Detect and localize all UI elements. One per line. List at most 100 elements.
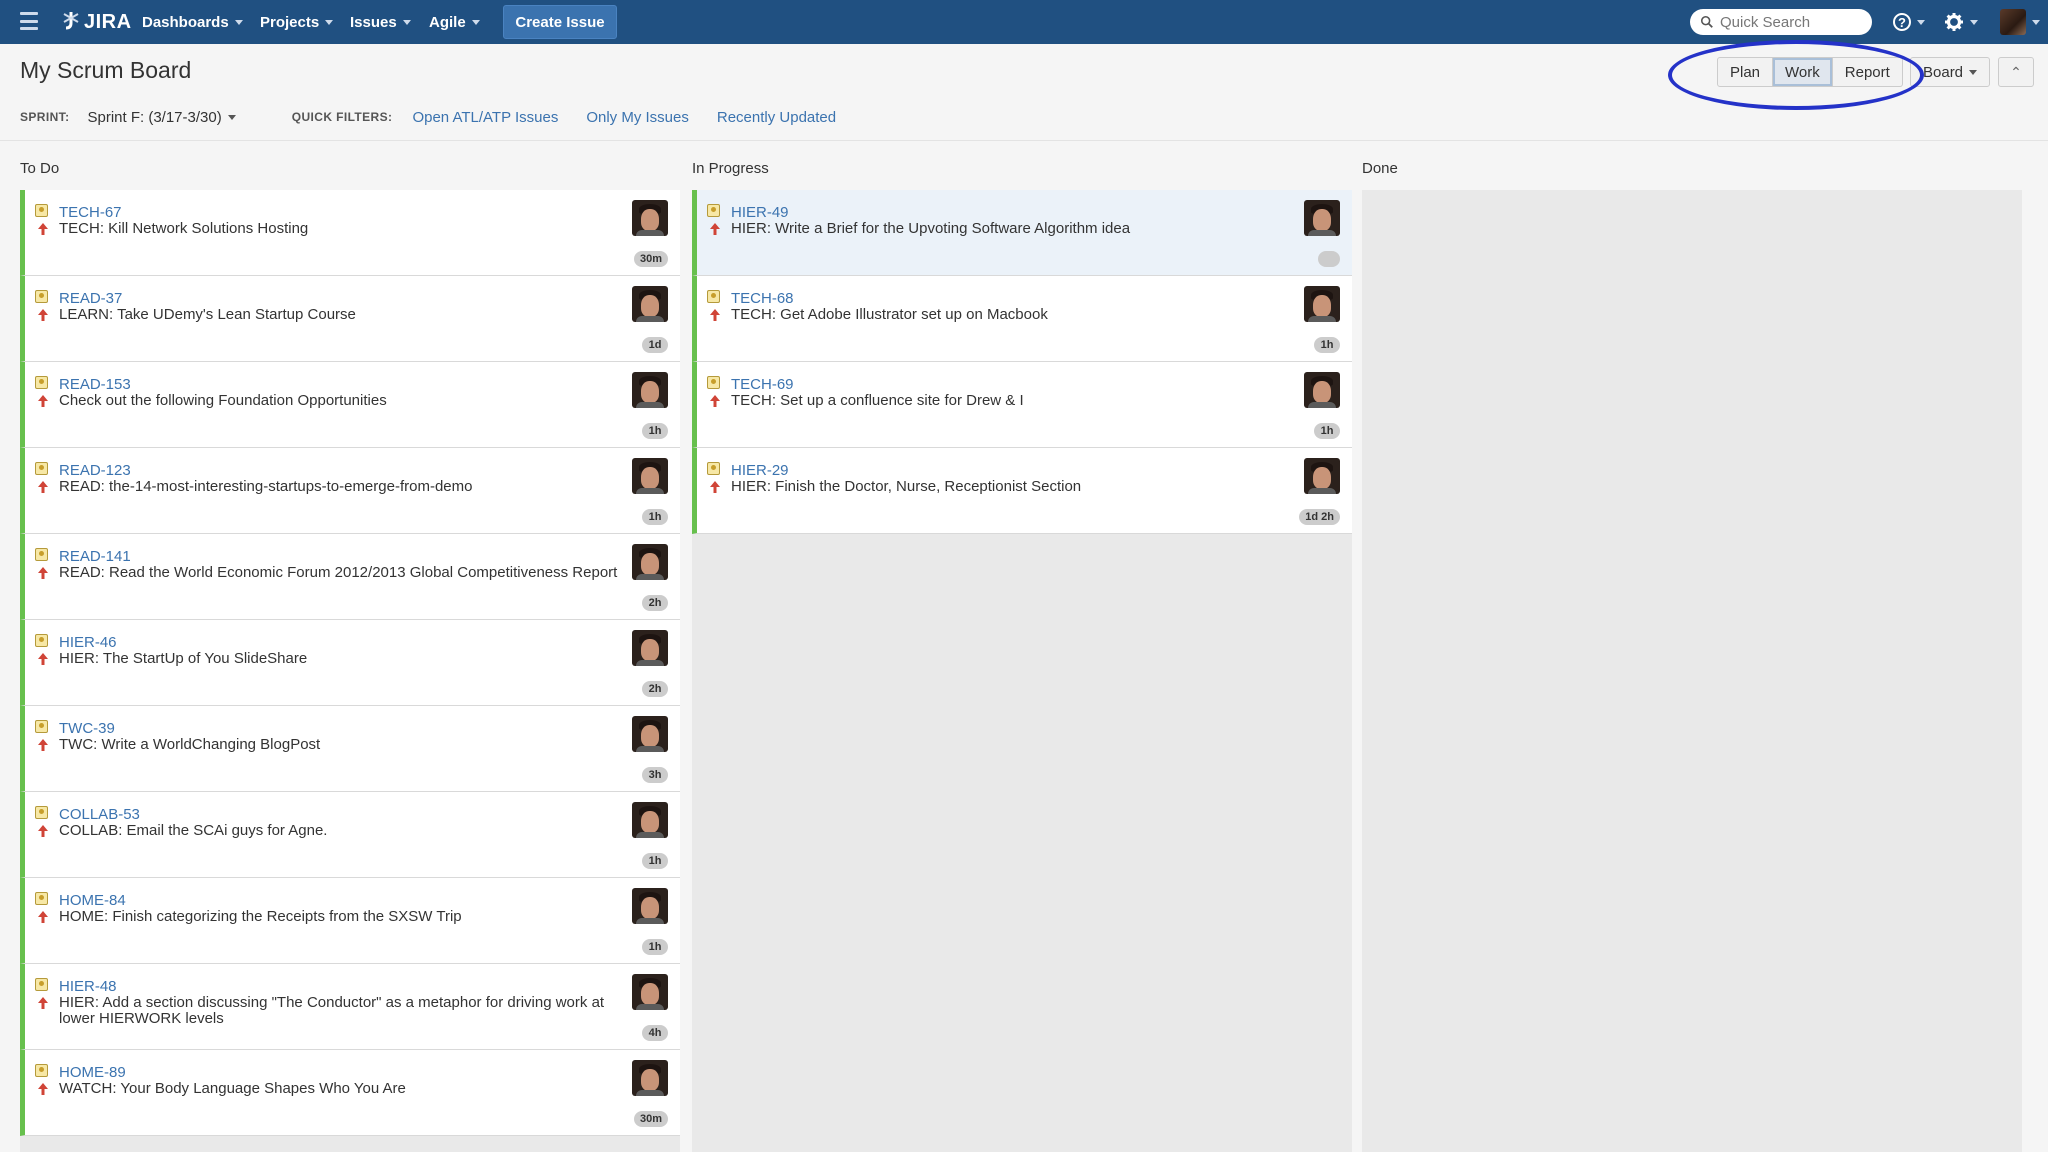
admin-menu[interactable] xyxy=(1944,10,1978,34)
estimate-badge: 3h xyxy=(642,767,668,783)
nav-menu-agile[interactable]: Agile xyxy=(429,0,480,44)
assignee-avatar[interactable] xyxy=(632,286,668,322)
assignee-avatar[interactable] xyxy=(1304,286,1340,322)
nav-menu-issues[interactable]: Issues xyxy=(350,0,411,44)
issue-key-link[interactable]: READ-123 xyxy=(59,462,131,479)
estimate-badge xyxy=(1318,251,1340,267)
issue-summary: HIER: Write a Brief for the Upvoting Sof… xyxy=(731,220,1131,237)
chevron-down-icon xyxy=(471,19,480,25)
issue-summary: READ: Read the World Economic Forum 2012… xyxy=(59,564,618,581)
quick-search-input[interactable] xyxy=(1718,12,1872,32)
issue-summary: HOME: Finish categorizing the Receipts f… xyxy=(59,908,462,925)
quick-filters-label: QUICK FILTERS: xyxy=(291,110,393,124)
issue-card[interactable]: TECH-67 TECH: Kill Network Solutions Host… xyxy=(20,190,680,276)
assignee-avatar[interactable] xyxy=(632,458,668,494)
nav-menu-projects[interactable]: Projects xyxy=(260,0,334,44)
issue-card[interactable]: READ-37 LEARN: Take UDemy's Lean Startup … xyxy=(20,276,680,362)
assignee-avatar[interactable] xyxy=(1304,372,1340,408)
sprint-selector[interactable]: Sprint F: (3/17-3/30) xyxy=(87,109,236,126)
app-switcher-menu-icon[interactable] xyxy=(20,12,38,30)
chevron-down-icon xyxy=(402,19,411,25)
issue-key-link[interactable]: READ-37 xyxy=(59,290,122,307)
collapse-header-button[interactable]: ⌃ xyxy=(1998,57,2034,87)
issue-key-link[interactable]: HOME-89 xyxy=(59,1064,126,1081)
assignee-avatar[interactable] xyxy=(632,372,668,408)
issue-key-link[interactable]: HIER-46 xyxy=(59,634,117,651)
column-title-todo: To Do xyxy=(20,160,60,177)
estimate-badge: 1h xyxy=(642,509,668,525)
priority-up-arrow-icon xyxy=(38,997,48,1009)
assignee-avatar[interactable] xyxy=(1304,458,1340,494)
issue-card[interactable]: READ-141 READ: Read the World Economic Fo… xyxy=(20,534,680,620)
jira-logo[interactable]: JIRA xyxy=(60,8,132,36)
board-filters: SPRINT: Sprint F: (3/17-3/30) QUICK FILT… xyxy=(20,102,836,132)
issue-card[interactable]: TECH-68 TECH: Get Adobe Illustrator set u… xyxy=(692,276,1352,362)
assignee-avatar[interactable] xyxy=(1304,200,1340,236)
issue-key-link[interactable]: HIER-29 xyxy=(731,462,789,479)
issue-card[interactable]: TECH-69 TECH: Set up a confluence site fo… xyxy=(692,362,1352,448)
nav-menu-dashboards[interactable]: Dashboards xyxy=(142,0,243,44)
priority-up-arrow-icon xyxy=(38,567,48,579)
assignee-avatar[interactable] xyxy=(632,802,668,838)
estimate-badge: 1h xyxy=(642,853,668,869)
assignee-avatar[interactable] xyxy=(632,544,668,580)
assignee-avatar[interactable] xyxy=(632,200,668,236)
issue-key-link[interactable]: READ-141 xyxy=(59,548,131,565)
story-icon xyxy=(707,290,720,303)
report-mode-button[interactable]: Report xyxy=(1832,57,1903,87)
story-icon xyxy=(35,978,48,991)
issue-card[interactable]: COLLAB-53 COLLAB: Email the SCAi guys for… xyxy=(20,792,680,878)
assignee-avatar[interactable] xyxy=(632,888,668,924)
help-menu[interactable]: ? xyxy=(1893,10,1925,34)
column-done[interactable] xyxy=(1362,190,2022,1152)
issue-key-link[interactable]: HIER-48 xyxy=(59,978,117,995)
quick-filter-open-atl-atp[interactable]: Open ATL/ATP Issues xyxy=(412,109,558,126)
priority-up-arrow-icon xyxy=(38,481,48,493)
issue-key-link[interactable]: READ-153 xyxy=(59,376,131,393)
story-icon xyxy=(35,290,48,303)
column-title-in-progress: In Progress xyxy=(692,160,769,177)
column-in-progress[interactable]: HIER-49 HIER: Write a Brief for the Upvot… xyxy=(692,190,1352,1152)
issue-summary: Check out the following Foundation Oppor… xyxy=(59,392,387,409)
issue-summary: TECH: Kill Network Solutions Hosting xyxy=(59,220,309,237)
issue-card[interactable]: READ-123 READ: the-14-most-interesting-st… xyxy=(20,448,680,534)
issue-summary: HIER: The StartUp of You SlideShare xyxy=(59,650,308,667)
issue-card[interactable]: HIER-46 HIER: The StartUp of You SlideSha… xyxy=(20,620,680,706)
quick-filter-recently-updated[interactable]: Recently Updated xyxy=(717,109,836,126)
issue-key-link[interactable]: TECH-69 xyxy=(731,376,794,393)
assignee-avatar[interactable] xyxy=(632,1060,668,1096)
priority-up-arrow-icon xyxy=(710,395,720,407)
issue-key-link[interactable]: HIER-49 xyxy=(731,204,789,221)
chevron-down-icon xyxy=(227,114,236,120)
issue-key-link[interactable]: TECH-67 xyxy=(59,204,122,221)
issue-card[interactable]: HIER-48 HIER: Add a section discussing "T… xyxy=(20,964,680,1050)
issue-card[interactable]: HIER-49 HIER: Write a Brief for the Upvot… xyxy=(692,190,1352,276)
assignee-avatar[interactable] xyxy=(632,716,668,752)
assignee-avatar[interactable] xyxy=(632,630,668,666)
chevron-down-icon xyxy=(1970,19,1978,25)
assignee-avatar[interactable] xyxy=(632,974,668,1010)
issue-key-link[interactable]: TECH-68 xyxy=(731,290,794,307)
priority-up-arrow-icon xyxy=(38,653,48,665)
story-icon xyxy=(707,204,720,217)
issue-card[interactable]: HOME-84 HOME: Finish categorizing the Rec… xyxy=(20,878,680,964)
board-menu-button[interactable]: Board xyxy=(1910,57,1991,87)
story-icon xyxy=(35,806,48,819)
issue-key-link[interactable]: HOME-84 xyxy=(59,892,126,909)
issue-key-link[interactable]: TWC-39 xyxy=(59,720,115,737)
issue-card[interactable]: HIER-29 HIER: Finish the Doctor, Nurse, R… xyxy=(692,448,1352,534)
issue-key-link[interactable]: COLLAB-53 xyxy=(59,806,140,823)
work-mode-button[interactable]: Work xyxy=(1773,57,1833,87)
quick-search[interactable] xyxy=(1690,9,1872,35)
issue-summary: COLLAB: Email the SCAi guys for Agne. xyxy=(59,822,328,839)
user-profile-menu[interactable] xyxy=(2000,9,2040,35)
estimate-badge: 1h xyxy=(642,423,668,439)
plan-mode-button[interactable]: Plan xyxy=(1717,57,1774,87)
quick-filter-only-my-issues[interactable]: Only My Issues xyxy=(586,109,689,126)
board-header: My Scrum Board Plan Work Report Board ⌃ … xyxy=(0,44,2048,141)
issue-card[interactable]: TWC-39 TWC: Write a WorldChanging BlogPos… xyxy=(20,706,680,792)
create-issue-button[interactable]: Create Issue xyxy=(503,5,617,39)
column-todo[interactable]: TECH-67 TECH: Kill Network Solutions Host… xyxy=(20,190,680,1152)
issue-card[interactable]: READ-153 Check out the following Foundati… xyxy=(20,362,680,448)
issue-card[interactable]: HOME-89 WATCH: Your Body Language Shapes … xyxy=(20,1050,680,1136)
